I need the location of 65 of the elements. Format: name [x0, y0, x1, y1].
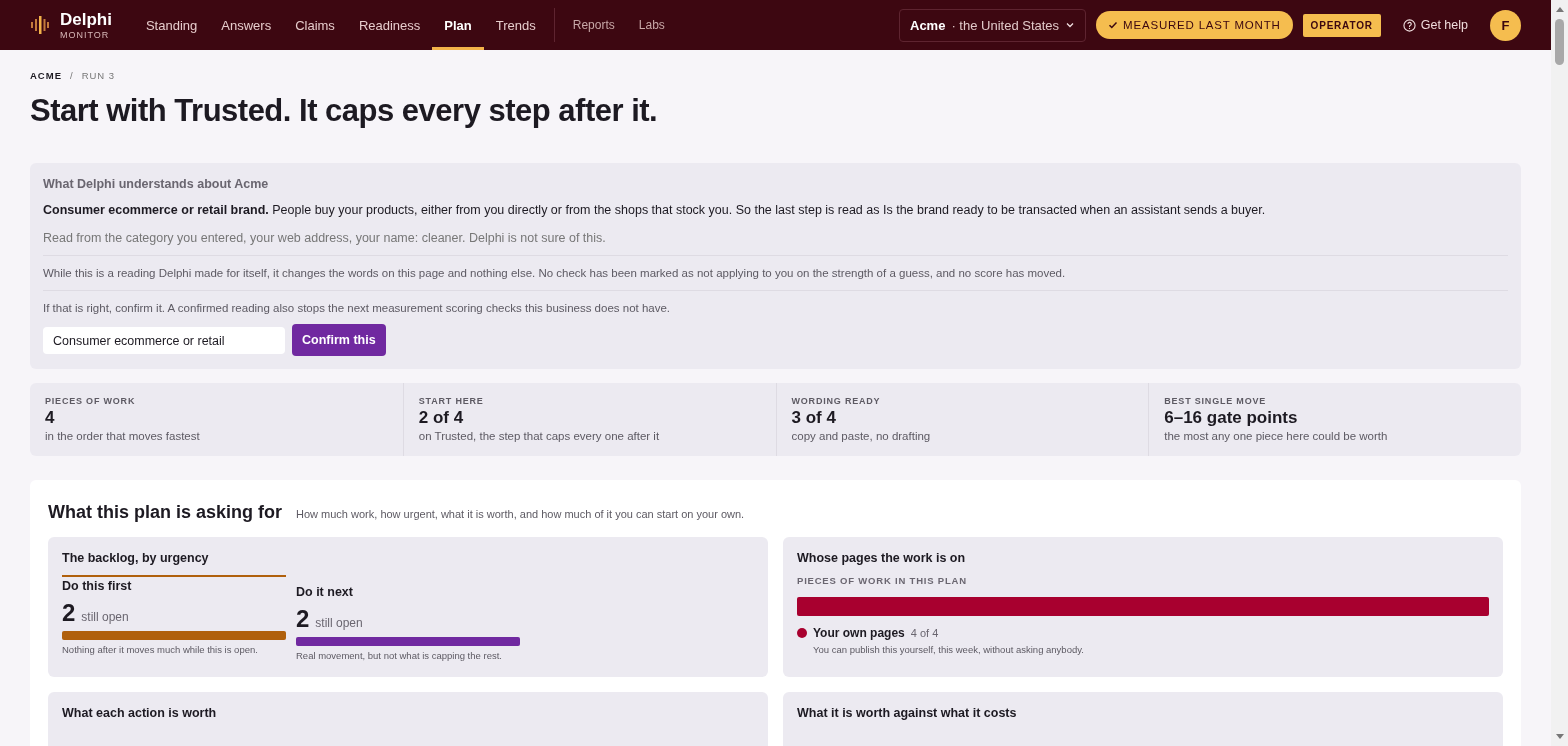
group-note: Real movement, but not what is capping the rest.: [296, 650, 503, 661]
info-note: While this is a reading Delphi made for itself, it changes the words on this page and nothing else. No check has been marked as not applying to you on the strength of a guess, and no score has moved.: [43, 255, 1508, 290]
nav-tab[interactable]: Standing: [133, 0, 210, 50]
nav-tab[interactable]: Labs: [626, 0, 677, 50]
legend-note: You can publish this yourself, this week, without asking anybody.: [813, 644, 1085, 655]
help-link[interactable]: Get help: [1396, 17, 1474, 33]
legend-count: 4 of 4: [910, 627, 939, 639]
help-icon: [1402, 18, 1416, 32]
card-title: The backlog, by urgency: [62, 551, 210, 565]
group-note: Nothing after it moves much while this is open.: [62, 644, 259, 655]
brand-name: Delphi: [60, 10, 112, 28]
stat-label: WORDING READY: [791, 396, 882, 406]
count-note: still open: [315, 616, 363, 630]
nav-tab[interactable]: Trends: [483, 0, 548, 50]
confirm-button[interactable]: Confirm this: [292, 324, 386, 356]
page-title: Start with Trusted. It caps every step after it.: [30, 93, 659, 129]
open-count: 2: [296, 605, 310, 633]
urgency-group[interactable]: Do it next 2 still open Real movement, but not what is capping the rest.: [296, 575, 520, 661]
brand-subtitle: MONITOR: [60, 30, 111, 40]
panel-heading: What Delphi understands about Acme: [43, 177, 270, 191]
stat-label: PIECES OF WORK: [45, 396, 137, 406]
nav-tab[interactable]: Answers: [209, 0, 284, 50]
stat-note: the most any one piece here could be worth: [1164, 430, 1389, 442]
stat-note: copy and paste, no drafting: [791, 430, 932, 442]
category-summary: Consumer ecommerce or retail brand. People buy your products, either from you directly or from the shops that stock you. So the last step is read as Is the brand ready to be transacted when an assistant sends a buyer.: [43, 203, 1267, 217]
stat-value: 4: [45, 408, 56, 428]
card-title: Whose pages the work is on: [797, 551, 967, 565]
chart-label: PIECES OF WORK IN THIS PLAN: [797, 575, 968, 586]
category-input-field[interactable]: Consumer ecommerce or retail: [43, 327, 285, 354]
open-count: 2: [62, 599, 76, 627]
stat-note: on Trusted, the step that caps every one after it: [418, 430, 661, 442]
account-selector[interactable]: Acme · the United States: [899, 8, 1087, 42]
stat-value: 2 of 4: [418, 408, 465, 428]
stat-note: in the order that moves fastest: [45, 430, 201, 442]
nav-tab[interactable]: Readiness: [346, 0, 433, 50]
nav-tab[interactable]: Claims: [283, 0, 347, 50]
source-note: Read from the category you entered, your web address, your name: cleaner. Delphi is not sure of this.: [43, 231, 607, 245]
status-pill[interactable]: MEASURED LAST MONTH: [1096, 11, 1293, 39]
count-note: still open: [81, 610, 129, 624]
section-subtitle: How much work, how urgent, what it is worth, and how much of it you can start on your own.: [296, 508, 745, 520]
group-label: Do it next: [296, 585, 354, 599]
nav-tab[interactable]: Plan: [432, 0, 484, 50]
legend-label: Your own pages: [813, 626, 905, 640]
group-label: Do this first: [62, 579, 133, 593]
scrollbar[interactable]: [1551, 0, 1568, 746]
card-title: What each action is worth: [62, 706, 218, 720]
urgency-group[interactable]: Do this first 2 still open Nothing after it moves much while this is open.: [62, 575, 286, 661]
stat-value: 6–16 gate points: [1164, 408, 1299, 428]
breadcrumb-item[interactable]: ACME: [30, 70, 62, 81]
section-title: What this plan is asking for: [48, 502, 283, 523]
breadcrumb-item: RUN 3: [81, 70, 116, 81]
user-avatar[interactable]: F: [1490, 9, 1521, 41]
scrollbar-thumb[interactable]: [1555, 19, 1564, 65]
stat-value: 3 of 4: [791, 408, 837, 428]
role-badge: OPERATOR: [1302, 13, 1381, 37]
check-icon: [1108, 20, 1119, 30]
card-title: What it is worth against what it costs: [797, 706, 1018, 720]
breadcrumb-separator: /: [70, 70, 74, 81]
chevron-down-icon: [1065, 20, 1076, 30]
scroll-down-icon[interactable]: [1554, 733, 1565, 741]
scroll-up-icon[interactable]: [1554, 5, 1565, 13]
nav-tab[interactable]: Reports: [560, 0, 627, 50]
stat-label: BEST SINGLE MOVE: [1164, 396, 1268, 406]
stat-label: START HERE: [418, 396, 485, 406]
sound-bars-logo-icon: [30, 15, 50, 35]
